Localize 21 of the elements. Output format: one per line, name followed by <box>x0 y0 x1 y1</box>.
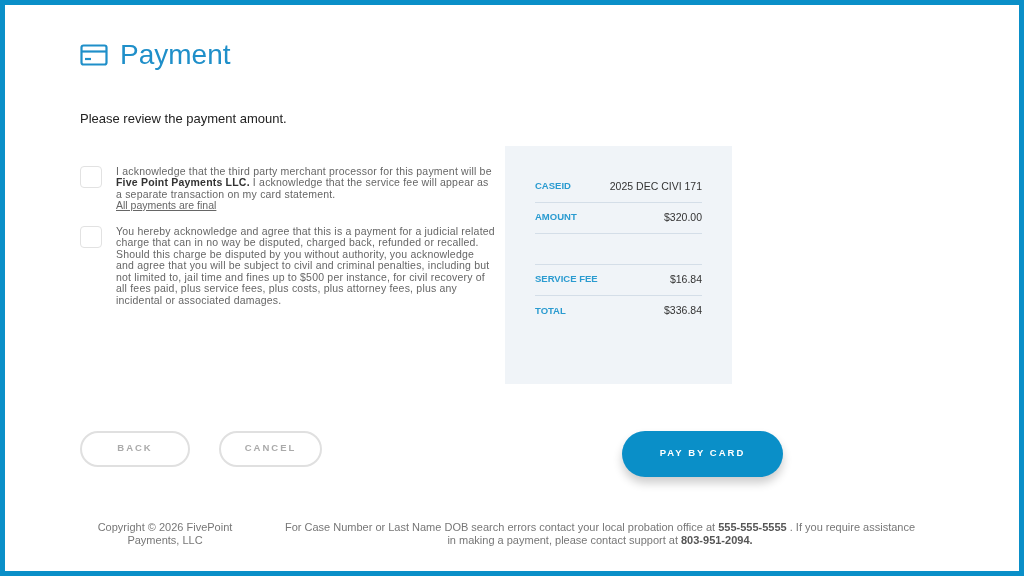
agreement-checkbox[interactable] <box>80 165 102 188</box>
summary-value: $336.84 <box>664 303 702 319</box>
summary-label: SERVICE FEE <box>535 272 598 287</box>
summary-value: $16.84 <box>669 271 702 287</box>
summary-label: AMOUNT <box>535 210 577 225</box>
summary-label: TOTAL <box>535 303 566 318</box>
cancel-button[interactable]: CANCEL <box>219 430 322 467</box>
support-notice: For Case Number or Last Name DOB search errors contact your local probation office at 555-555-5555 . If you require assistance in making a payment, please contact support at 803-951-2094. <box>283 520 917 547</box>
final-payments-link[interactable]: All payments are final <box>116 200 217 212</box>
page-title: Payment <box>120 41 231 69</box>
intro-text: Please review the payment amount. <box>80 110 288 128</box>
summary-value: 2025 DEC CIVI 171 <box>609 178 702 194</box>
agreement-text: You hereby acknowledge and agree that this is a payment for a judicial related charge that can in no way be disputed, charged back, refunded or recalled. Should this charge be disputed by you without authority, you acknowledge and agree that you will be subject to civil and criminal penalties, including but not limited to, jail time and fines up to $500 per instance, for civil recovery of all fees paid, plus service fees, plus costs, plus attorney fees, plus any incidental or associated damages. <box>116 225 495 306</box>
agreement-text: I acknowledge that the third party merchant processor for this payment will be Five Point Payments LLC. I acknowledge that the service fee will appear as a separate transaction on my card statement. <box>116 165 493 200</box>
credit-card-icon <box>80 44 108 66</box>
back-button[interactable]: BACK <box>80 430 190 467</box>
pay-by-card-button[interactable]: PAY BY CARD <box>622 430 783 477</box>
agreement-checkbox[interactable] <box>80 225 102 248</box>
copyright-text: Copyright © 2026 FivePoint Payments, LLC <box>96 520 234 547</box>
summary-value: $320.00 <box>664 209 702 225</box>
summary-label: CASEID <box>535 179 571 194</box>
